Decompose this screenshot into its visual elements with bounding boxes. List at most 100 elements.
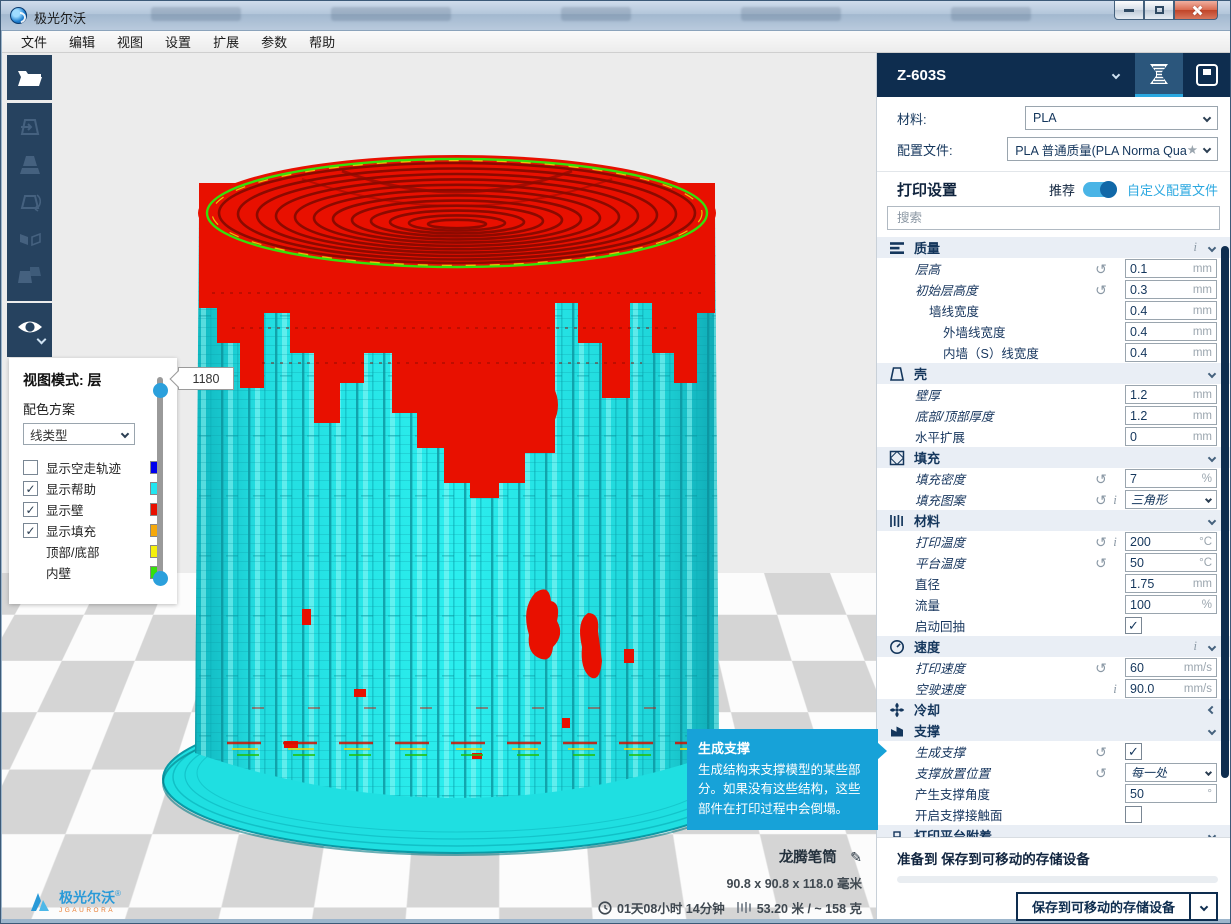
speed-icon: [889, 639, 905, 655]
setting-checkbox[interactable]: ✓: [1125, 743, 1217, 760]
title-bar: 极光尔沃: [1, 1, 1230, 31]
setting-value-input[interactable]: 0.3mm: [1125, 280, 1217, 299]
menu-item-5[interactable]: 参数: [250, 30, 298, 53]
rotate-tool-icon[interactable]: [17, 189, 43, 215]
menu-item-1[interactable]: 编辑: [58, 30, 106, 53]
setting-dropdown[interactable]: 三角形: [1125, 490, 1217, 509]
minimize-button[interactable]: [1114, 1, 1144, 20]
reset-value-icon[interactable]: ↺: [1093, 283, 1109, 297]
setting-value-input[interactable]: 200°C: [1125, 532, 1217, 551]
view-option-row: ✓显示壁: [23, 499, 165, 520]
slider-track[interactable]: [157, 377, 163, 581]
reset-value-icon[interactable]: ↺: [1093, 766, 1109, 780]
recommended-custom-toggle[interactable]: [1083, 182, 1117, 197]
view-option-row: 显示空走轨迹: [23, 457, 165, 478]
material-dropdown[interactable]: PLA: [1025, 106, 1218, 130]
setting-dropdown[interactable]: 每一处: [1125, 763, 1217, 782]
setting-value-input[interactable]: 90.0mm/s: [1125, 679, 1217, 698]
per-model-settings-icon[interactable]: [16, 263, 44, 289]
maximize-button[interactable]: [1144, 1, 1174, 20]
open-file-button[interactable]: [7, 55, 52, 100]
reset-value-icon[interactable]: ↺: [1093, 262, 1109, 276]
section-header-shell[interactable]: 壳: [877, 363, 1231, 384]
setting-row: 内墙（S）线宽度0.4mm: [877, 342, 1231, 363]
setting-label: 壁厚: [877, 385, 1093, 404]
edit-job-name-icon[interactable]: ✎: [850, 849, 862, 865]
settings-scrollbar-thumb[interactable]: [1221, 246, 1229, 778]
setting-row: 填充密度↺7%: [877, 468, 1231, 489]
infill-icon: [889, 450, 905, 466]
setting-value-input[interactable]: 60mm/s: [1125, 658, 1217, 677]
color-scheme-select[interactable]: 线类型: [23, 423, 135, 445]
section-header-cooling[interactable]: 冷却: [877, 699, 1231, 720]
tab-print-settings[interactable]: [1135, 53, 1183, 97]
setting-row: 水平扩展0mm: [877, 426, 1231, 447]
setting-value-input[interactable]: 50°: [1125, 784, 1217, 803]
setting-row: 打印速度↺60mm/s: [877, 657, 1231, 678]
setting-value-input[interactable]: 1.75mm: [1125, 574, 1217, 593]
setting-label: 流量: [877, 595, 1093, 614]
layer-range-slider[interactable]: [153, 371, 167, 587]
reset-value-icon[interactable]: ↺: [1093, 745, 1109, 759]
setting-value-input[interactable]: 1.2mm: [1125, 385, 1217, 404]
chevron-down-icon: [1208, 642, 1216, 650]
save-output-options-dropdown[interactable]: [1189, 894, 1216, 919]
section-header-adhesion[interactable]: 打印平台附着: [877, 825, 1231, 837]
menu-item-6[interactable]: 帮助: [298, 30, 346, 53]
section-header-layers[interactable]: 质量i: [877, 237, 1231, 258]
profile-dropdown[interactable]: PLA 普通质量(PLA Norma Qua ★: [1007, 137, 1218, 161]
settings-search: [887, 206, 1220, 230]
move-tool-icon[interactable]: [17, 115, 43, 141]
reset-value-icon[interactable]: ↺: [1093, 493, 1109, 507]
setting-checkbox[interactable]: [1125, 806, 1217, 823]
open-folder-icon: [17, 67, 43, 89]
setting-value-input[interactable]: 0mm: [1125, 427, 1217, 446]
setting-value-input[interactable]: 0.4mm: [1125, 343, 1217, 362]
setting-label: 层高: [877, 259, 1093, 278]
section-header-infill[interactable]: 填充: [877, 447, 1231, 468]
setting-value-input[interactable]: 0.4mm: [1125, 322, 1217, 341]
view-option-checkbox[interactable]: ✓: [23, 502, 38, 517]
view-mode-button[interactable]: [7, 303, 52, 357]
search-input[interactable]: [895, 210, 1212, 226]
menu-item-3[interactable]: 设置: [154, 30, 202, 53]
menu-item-2[interactable]: 视图: [106, 30, 154, 53]
setting-value-input[interactable]: 1.2mm: [1125, 406, 1217, 425]
brand-logo: 极光尔沃® JGAURORA: [27, 889, 121, 915]
setting-value-input[interactable]: 7%: [1125, 469, 1217, 488]
view-option-checkbox[interactable]: [23, 460, 38, 475]
machine-name: Z-603S: [897, 67, 946, 84]
slider-handle-top[interactable]: [153, 383, 168, 398]
reset-value-icon[interactable]: ↺: [1093, 535, 1109, 549]
custom-profile-link[interactable]: 自定义配置文件: [1127, 180, 1218, 199]
model-tools-toolbar: [7, 103, 52, 301]
tab-printer-monitor[interactable]: [1183, 53, 1231, 97]
star-icon: ★: [1187, 142, 1198, 157]
menu-item-4[interactable]: 扩展: [202, 30, 250, 53]
view-option-checkbox[interactable]: ✓: [23, 481, 38, 496]
setting-value-input[interactable]: 0.4mm: [1125, 301, 1217, 320]
menu-item-0[interactable]: 文件: [10, 30, 58, 53]
reset-value-icon[interactable]: ↺: [1093, 556, 1109, 570]
setting-value-input[interactable]: 0.1mm: [1125, 259, 1217, 278]
close-button[interactable]: [1174, 1, 1218, 20]
machine-select[interactable]: Z-603S: [877, 53, 1135, 97]
slice-progress-bar: [897, 876, 1218, 883]
material-icon: [889, 513, 905, 529]
mirror-tool-icon[interactable]: [17, 226, 43, 252]
setting-value-input[interactable]: 100%: [1125, 595, 1217, 614]
view-option-checkbox[interactable]: ✓: [23, 523, 38, 538]
section-header-support[interactable]: 支撑: [877, 720, 1231, 741]
section-header-speed[interactable]: 速度i: [877, 636, 1231, 657]
reset-value-icon[interactable]: ↺: [1093, 472, 1109, 486]
view-mode-panel: 视图模式: 层 配色方案 线类型 显示空走轨迹✓显示帮助✓显示壁✓显示填充顶部/…: [9, 358, 177, 604]
view-option-label: 内壁: [46, 563, 150, 582]
section-header-material[interactable]: 材料: [877, 510, 1231, 531]
setting-checkbox[interactable]: ✓: [1125, 617, 1217, 634]
setting-value-input[interactable]: 50°C: [1125, 553, 1217, 572]
slider-handle-bottom[interactable]: [153, 571, 168, 586]
output-status: 准备到 保存到可移动的存储设备: [897, 848, 1218, 868]
reset-value-icon[interactable]: ↺: [1093, 661, 1109, 675]
scale-tool-icon[interactable]: [17, 152, 43, 178]
adhesion-icon: [889, 828, 905, 838]
